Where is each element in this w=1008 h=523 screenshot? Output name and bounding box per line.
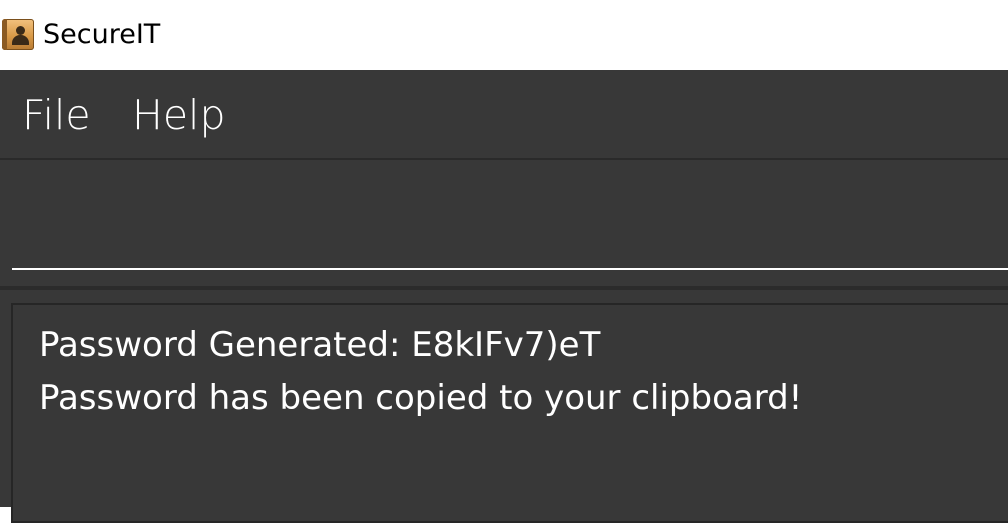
app-window: File Help Password Generated: E8kIFv7)eT…: [0, 70, 1008, 523]
menu-help[interactable]: Help: [132, 90, 225, 140]
result-line-password: Password Generated: E8kIFv7)eT: [39, 325, 601, 365]
result-line-clipboard: Password has been copied to your clipboa…: [39, 378, 803, 418]
command-input[interactable]: [12, 180, 1008, 270]
title-bar: SecureIT: [0, 0, 1008, 70]
menu-bar: File Help: [0, 70, 1008, 158]
result-display[interactable]: Password Generated: E8kIFv7)eT Password …: [11, 303, 1008, 523]
menu-file[interactable]: File: [22, 90, 91, 140]
result-divider: [0, 286, 1008, 290]
contacts-book-icon: [2, 19, 34, 50]
window-title: SecureIT: [43, 19, 161, 50]
command-area: [0, 160, 1008, 284]
